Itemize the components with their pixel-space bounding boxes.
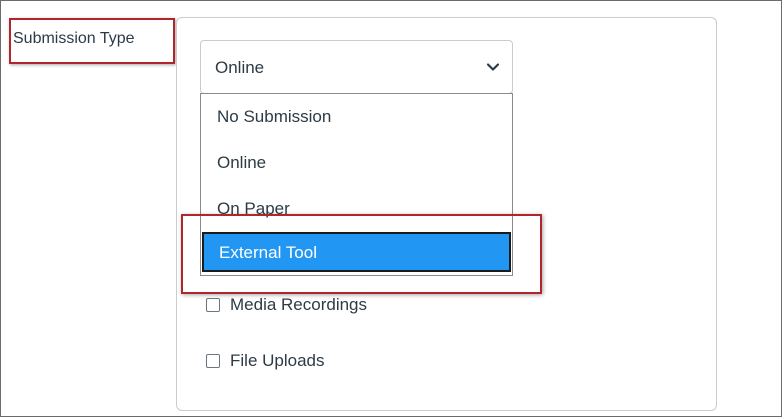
option-no-submission[interactable]: No Submission xyxy=(217,107,331,127)
media-recordings-checkbox[interactable] xyxy=(206,298,220,312)
file-uploads-label: File Uploads xyxy=(230,351,325,370)
media-recordings-label: Media Recordings xyxy=(230,295,368,314)
file-uploads-checkbox[interactable] xyxy=(206,354,220,368)
chevron-down-icon[interactable] xyxy=(486,60,500,74)
select-current-value: Online xyxy=(215,58,265,77)
checkbox-row-media-recordings[interactable]: Media Recordings xyxy=(206,295,367,315)
annotation-highlight-option xyxy=(181,214,542,294)
checkbox-row-file-uploads[interactable]: File Uploads xyxy=(206,351,325,371)
submission-type-label: Submission Type xyxy=(13,30,135,47)
option-online[interactable]: Online xyxy=(217,153,266,173)
